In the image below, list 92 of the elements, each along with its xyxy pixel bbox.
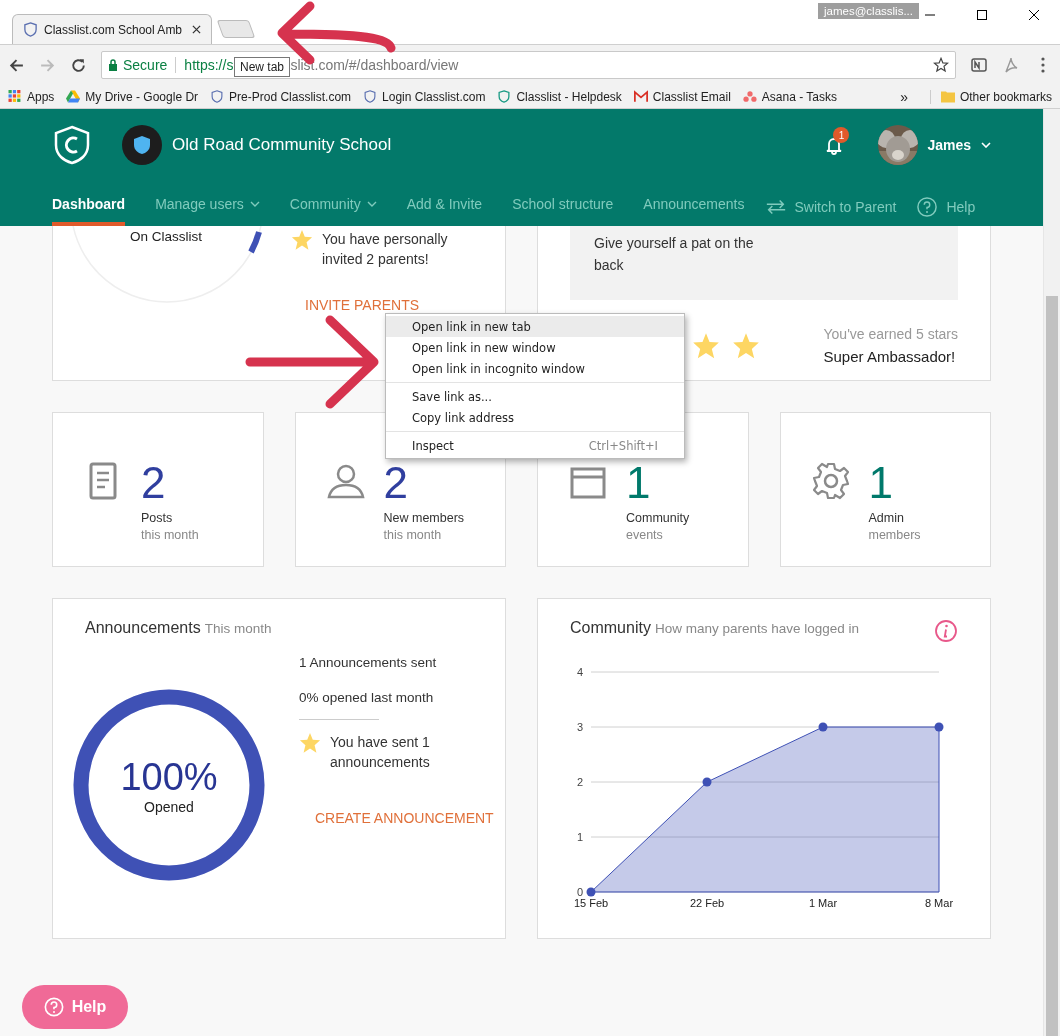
mail-icon[interactable]	[633, 90, 648, 103]
bookmark-link[interactable]: Classlist Email	[652, 89, 731, 104]
stat-label: Admin	[868, 511, 905, 525]
shield-icon[interactable]	[497, 90, 512, 103]
stat-sublabel: events	[626, 528, 664, 542]
star-icon	[692, 331, 720, 360]
announcement-message: You have sent 1 announcements	[330, 733, 431, 772]
maximize-icon[interactable]	[976, 9, 988, 21]
shield-icon	[23, 22, 38, 37]
menu-item[interactable]: Save link as...	[386, 386, 684, 407]
school-name: Old Road Community School	[172, 135, 392, 155]
card-subtitle: How many parents have logged in	[654, 621, 860, 636]
extension-icon[interactable]	[970, 56, 988, 74]
shield-icon[interactable]	[363, 90, 378, 103]
help-icon	[43, 997, 64, 1017]
notification-badge: 1	[833, 127, 850, 143]
axis-tick-label: 1 Mar	[808, 897, 838, 909]
menu-item[interactable]: Inspect Ctrl+Shift+I	[386, 435, 684, 456]
invite-message: You have personally invited 2 parents!	[322, 230, 449, 269]
bookmark-star-icon[interactable]	[933, 57, 949, 73]
axis-tick-label: 3	[576, 721, 583, 733]
data-point	[934, 722, 944, 732]
bookmark-link[interactable]: My Drive - Google Dr	[85, 89, 199, 104]
bookmark-folder[interactable]: Other bookmarks	[959, 89, 1052, 104]
stars-caption: You've earned 5 stars	[823, 326, 958, 342]
card-title: Community	[570, 619, 651, 637]
data-point	[702, 777, 712, 787]
url-text: slist.com/#/dashboard/view	[290, 57, 459, 73]
close-icon[interactable]	[192, 25, 202, 34]
pdf-icon[interactable]	[1002, 56, 1020, 74]
bookmark-link[interactable]: Apps	[27, 89, 55, 104]
stat-sublabel: this month	[141, 528, 199, 542]
percent-label: Opened	[144, 798, 194, 815]
apps-grid-icon[interactable]	[8, 90, 22, 103]
close-icon[interactable]	[1028, 9, 1040, 21]
star-icon	[299, 732, 321, 754]
dots-icon[interactable]	[742, 90, 757, 103]
stat-text: 1 Announcements sent	[299, 655, 437, 670]
more-bookmarks-button[interactable]: »	[900, 88, 908, 105]
scrollbar-thumb[interactable]	[1046, 296, 1058, 1036]
axis-tick-label: 8 Mar	[924, 897, 954, 909]
axis-tick-label: 0	[576, 886, 583, 898]
browser-tab[interactable]: Classlist.com School Amb	[12, 14, 213, 44]
donut-label: On Classlist	[130, 229, 202, 244]
bookmark-link[interactable]: Login Classlist.com	[382, 89, 486, 104]
help-icon[interactable]	[916, 196, 939, 217]
bookmark-link[interactable]: Classlist - Helpdesk	[516, 89, 622, 104]
menu-item[interactable]: Open link in new tab	[386, 316, 684, 337]
stat-sublabel: members	[868, 528, 921, 542]
data-point	[586, 887, 596, 897]
chevron-down-icon[interactable]	[366, 200, 377, 207]
reload-icon[interactable]	[70, 56, 87, 74]
stat-label: New members	[383, 511, 465, 525]
bookmark-link[interactable]: Pre-Prod Classlist.com	[229, 89, 352, 104]
axis-tick-label: 22 Feb	[689, 897, 725, 909]
stat-value: 2	[141, 459, 167, 507]
drive-icon[interactable]	[66, 90, 81, 103]
stat-text: 0% opened last month	[299, 690, 434, 705]
star-icon	[291, 229, 313, 251]
percent-value: 100%	[120, 755, 218, 799]
chevron-down-icon[interactable]	[249, 200, 260, 207]
data-point	[818, 722, 828, 732]
menu-item[interactable]: Open link in new window	[386, 337, 684, 358]
star-icon	[732, 331, 760, 360]
menu-item[interactable]: Open link in incognito window	[386, 358, 684, 379]
stat-value: 2	[383, 459, 409, 507]
shield-icon[interactable]	[210, 90, 225, 103]
axis-tick-label: 15 Feb	[573, 897, 609, 909]
stat-value: 1	[626, 459, 652, 507]
tip-text: Give yourself a pat on the back	[594, 234, 755, 275]
info-icon[interactable]	[934, 619, 958, 643]
nav-tab[interactable]: Dashboard	[52, 195, 126, 212]
user-menu[interactable]: James	[927, 137, 971, 153]
url-text: https://s	[184, 57, 234, 73]
lock-icon	[108, 59, 118, 71]
bookmark-link[interactable]: Asana - Tasks	[761, 89, 837, 104]
card-subtitle: This month	[204, 621, 272, 636]
axis-tick-label: 4	[576, 666, 583, 678]
stat-value: 1	[868, 459, 894, 507]
menu-item[interactable]: Copy link address	[386, 407, 684, 428]
school-badge-icon	[122, 125, 162, 165]
stat-sublabel: this month	[383, 528, 443, 542]
axis-tick-label: 2	[576, 776, 583, 788]
gear-icon	[810, 461, 851, 501]
axis-tick-label: 1	[576, 831, 583, 843]
card-title: Announcements	[85, 619, 201, 637]
stat-label: Community	[626, 511, 690, 525]
shield-logo-icon[interactable]	[52, 125, 92, 165]
ambassador-title: Super Ambassador!	[823, 348, 956, 365]
stat-label: Posts	[141, 511, 174, 525]
tooltip: New tab	[234, 57, 291, 77]
secure-label: Secure	[123, 57, 168, 73]
